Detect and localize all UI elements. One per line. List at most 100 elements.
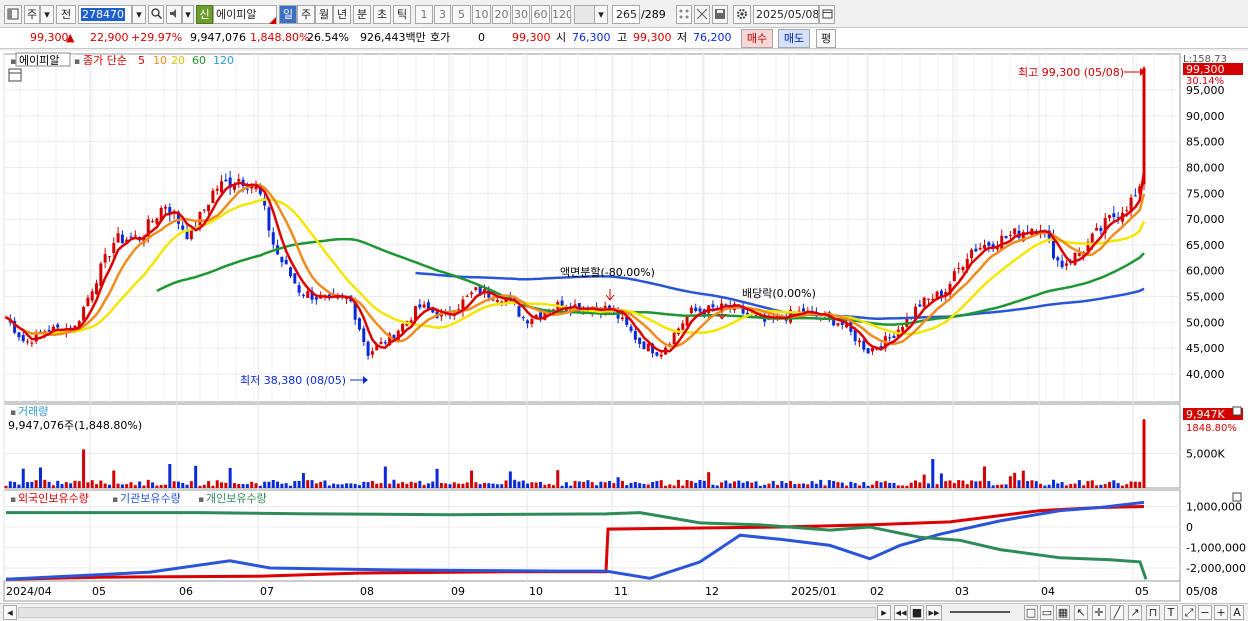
amount: 926,443백만 — [360, 31, 426, 44]
split-icon[interactable]: ▭ — [1040, 605, 1054, 620]
volume-bar — [379, 483, 383, 488]
volume-bar — [879, 482, 883, 488]
volume-bar — [263, 481, 267, 488]
period-tab-6[interactable]: 틱 — [393, 5, 411, 24]
magnet-icon[interactable]: ⊓ — [1146, 605, 1160, 620]
x-axis-label: 07 — [260, 585, 274, 598]
volume-bar — [353, 483, 357, 488]
volume-bar — [944, 481, 948, 488]
candle-body — [90, 291, 94, 301]
search-icon[interactable] — [148, 5, 164, 24]
legend-marker-icon: ▪ — [10, 495, 16, 505]
line-tool-icon[interactable]: ╱ — [1110, 605, 1124, 620]
interval-button-6[interactable]: 60 — [531, 5, 550, 24]
grid-icon[interactable]: ▦ — [1056, 605, 1070, 620]
volume-bar — [642, 484, 646, 488]
cursor-icon[interactable]: ↖ — [1074, 605, 1088, 620]
market-select[interactable]: 주 — [24, 5, 40, 24]
chart-area[interactable]: 2024/04 05 06 07 08 09 10 11 12 2025/01 02 03 04 05 05… — [0, 51, 1248, 603]
draw-icon[interactable] — [694, 5, 710, 24]
fast-forward-icon[interactable]: ▸▸ — [926, 605, 942, 620]
market-dropdown-icon[interactable]: ▾ — [40, 5, 54, 24]
volume-bar — [426, 483, 430, 488]
volume-bar — [112, 470, 116, 488]
candle-body — [642, 341, 646, 350]
volume-bar — [901, 485, 905, 488]
scroll-left-icon[interactable]: ◂ — [3, 605, 17, 620]
volume-bar — [612, 483, 616, 488]
count-input[interactable]: 265 — [612, 5, 640, 24]
volume-bar — [129, 482, 133, 488]
interval-dropdown-icon[interactable]: ▾ — [594, 5, 608, 24]
font-size-icon[interactable]: A — [1230, 605, 1244, 620]
interval-button-3[interactable]: 10 — [472, 5, 491, 24]
candle-body — [151, 221, 155, 223]
volume-bar — [513, 479, 517, 488]
candle-body — [672, 332, 676, 345]
speaker-icon[interactable] — [166, 5, 182, 24]
volume-bar — [185, 484, 189, 488]
interval-button-0[interactable]: 1 — [415, 5, 433, 24]
volume-bar — [8, 481, 12, 488]
volume-bar — [952, 483, 956, 488]
volume-bar — [931, 459, 935, 488]
volume-bar — [95, 484, 99, 488]
sell-button[interactable]: 매도 — [778, 29, 810, 48]
volume-bar — [922, 474, 926, 488]
candle-body — [116, 233, 120, 243]
volume-bar — [801, 483, 805, 488]
scroll-right-icon[interactable]: ▸ — [877, 605, 891, 620]
interval-button-5[interactable]: 30 — [512, 5, 530, 24]
period-tab-5[interactable]: 초 — [373, 5, 391, 24]
period-tab-0[interactable]: 일 — [279, 5, 297, 24]
interval-button-1[interactable]: 3 — [434, 5, 451, 24]
low-annotation: 최저 38,380 (08/05) — [240, 374, 346, 387]
zoom-in-icon[interactable]: + — [1214, 605, 1228, 620]
interval-button-4[interactable]: 20 — [492, 5, 511, 24]
trend-tool-icon[interactable]: ↗ — [1128, 605, 1142, 620]
crosshair-icon[interactable]: ✛ — [1092, 605, 1106, 620]
candle-body — [1056, 257, 1060, 261]
candle-body — [495, 300, 499, 302]
price-axis-tick: 45,000 — [1186, 342, 1225, 355]
candle-body — [383, 342, 387, 344]
volume-bar — [258, 485, 262, 488]
volume-bar — [487, 483, 491, 488]
avg-button[interactable]: 평 — [816, 29, 836, 48]
period-tab-2[interactable]: 월 — [315, 5, 333, 24]
candle-body — [474, 287, 478, 291]
period-tab-3[interactable]: 년 — [333, 5, 351, 24]
rewind-icon[interactable]: ◂◂ — [894, 605, 908, 620]
code-dropdown-icon[interactable]: ▾ — [132, 5, 146, 24]
buy-button[interactable]: 매수 — [741, 29, 773, 48]
period-tab-1[interactable]: 주 — [297, 5, 315, 24]
zoom-in-area-icon[interactable]: ⤢ — [1182, 605, 1196, 620]
speaker-dropdown-icon[interactable]: ▾ — [182, 5, 194, 24]
interval-button-2[interactable]: 5 — [452, 5, 471, 24]
zoom-slider[interactable] — [950, 611, 1010, 613]
date-input[interactable]: 2025/05/08 — [753, 5, 819, 24]
kind-select[interactable]: 전 — [56, 5, 76, 24]
layout-icon[interactable]: □ — [1024, 605, 1038, 620]
calendar-icon[interactable] — [819, 5, 835, 24]
window-icon[interactable] — [4, 5, 22, 24]
candle-body — [685, 315, 689, 326]
settings-gear-icon[interactable] — [733, 5, 751, 24]
text-tool-icon[interactable]: T — [1164, 605, 1178, 620]
horizontal-scrollbar[interactable] — [18, 607, 876, 618]
tools-icon[interactable] — [676, 5, 692, 24]
period-tab-4[interactable]: 분 — [353, 5, 371, 24]
stop-icon[interactable]: ■ — [910, 605, 924, 620]
code-input[interactable]: 278470 — [78, 5, 132, 24]
candle-body — [362, 328, 366, 343]
volume-bar — [711, 484, 715, 488]
candle-body — [1060, 260, 1064, 268]
candle — [1073, 252, 1077, 266]
candle-body — [112, 243, 116, 253]
volume-bar — [681, 485, 685, 488]
zoom-out-icon[interactable]: − — [1198, 605, 1212, 620]
interval-button-7[interactable]: 120 — [551, 5, 571, 24]
credit-badge: 신 — [196, 5, 213, 24]
save-icon[interactable] — [712, 5, 728, 24]
volume-bar — [181, 482, 185, 488]
